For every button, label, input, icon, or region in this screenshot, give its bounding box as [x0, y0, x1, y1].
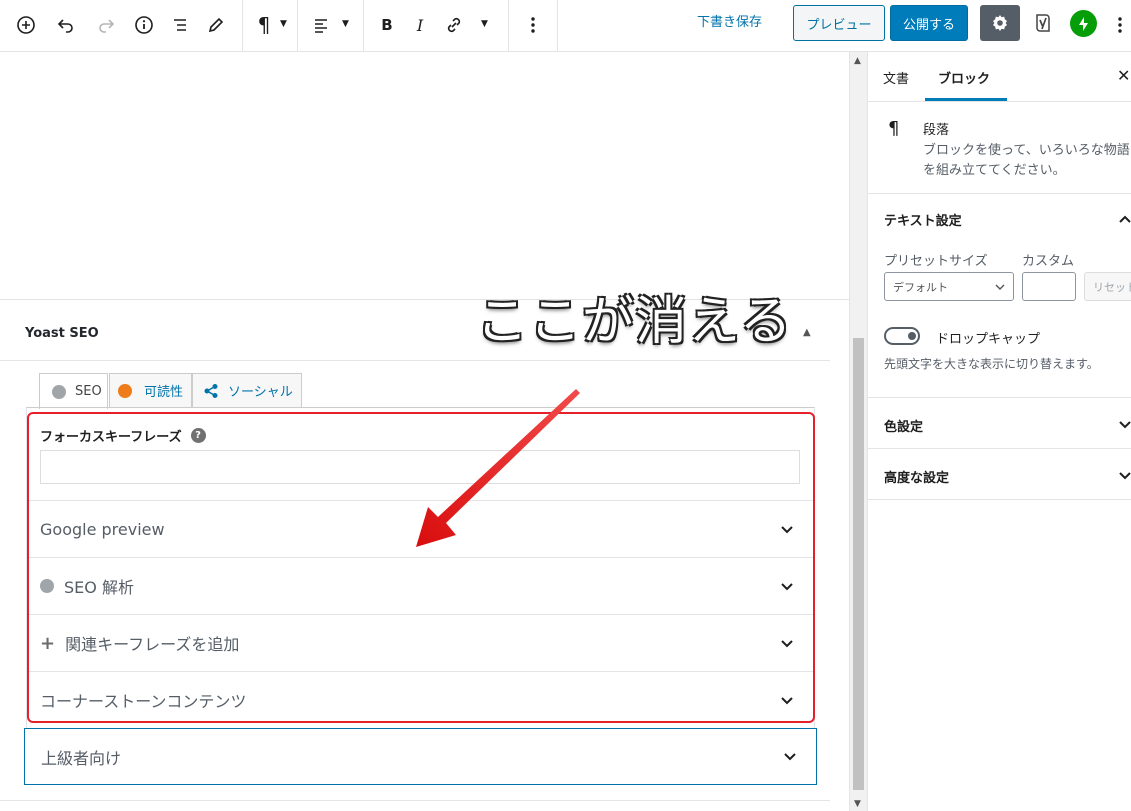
- align-left-icon[interactable]: [305, 8, 339, 42]
- block-card: ¶ 段落 ブロックを使って、いろいろな物語 を組み立ててください。: [868, 102, 1131, 194]
- preview-button[interactable]: プレビュー: [793, 5, 885, 41]
- preset-size-label: プリセットサイズ: [884, 254, 988, 269]
- preset-size-select[interactable]: デフォルト: [884, 272, 1014, 301]
- custom-size-label: カスタム: [1022, 254, 1075, 269]
- more-options-icon[interactable]: [516, 8, 550, 42]
- sidebar-tabs: 文書 ブロック ✕: [868, 52, 1131, 102]
- list-view-icon[interactable]: [163, 8, 197, 42]
- link-icon[interactable]: [437, 8, 471, 42]
- undo-icon[interactable]: [49, 8, 83, 42]
- block-name: 段落: [923, 123, 950, 138]
- tab-readability-label: 可読性: [144, 385, 184, 400]
- bold-glyph: B: [381, 16, 393, 34]
- scroll-thumb[interactable]: [853, 338, 864, 790]
- annotation-text: ここが消える: [476, 292, 793, 352]
- preset-size-value: デフォルト: [893, 280, 948, 294]
- settings-button[interactable]: [980, 5, 1020, 41]
- dropcap-help: 先頭文字を大きな表示に切り替えます。: [884, 357, 1099, 371]
- reset-button[interactable]: リセット: [1084, 272, 1131, 301]
- gear-icon: [993, 15, 1007, 31]
- save-draft-button[interactable]: 下書き保存: [697, 13, 762, 33]
- more-menu-icon[interactable]: [1112, 8, 1128, 42]
- annotation-arrow-icon: [416, 389, 580, 547]
- info-icon[interactable]: [127, 8, 161, 42]
- toolbar-separator: [557, 0, 558, 51]
- top-toolbar: ¶ ▼ ▼ B I ▼ 下書き保存 プレビュー 公開する: [0, 0, 1131, 52]
- scroll-down-icon[interactable]: ▼: [854, 799, 861, 809]
- color-settings-title: 色設定: [884, 420, 924, 435]
- chevron-up-icon[interactable]: [1118, 212, 1131, 226]
- orange-face-icon: [118, 383, 132, 398]
- tab-seo-label: SEO: [75, 384, 102, 399]
- divider: [0, 800, 830, 801]
- paragraph-icon[interactable]: ¶: [247, 8, 281, 42]
- collapse-arrow-icon[interactable]: ▲: [803, 327, 811, 338]
- text-settings-panel: テキスト設定 プリセットサイズ カスタム デフォルト リセット ドロップキャップ…: [868, 194, 1131, 398]
- chevron-down-icon: ▼: [280, 19, 287, 29]
- editor-scrollbar[interactable]: ▲ ▼: [849, 52, 867, 811]
- yoast-icon[interactable]: [1028, 8, 1058, 38]
- toolbar-separator: [508, 0, 509, 51]
- edit-icon[interactable]: [199, 8, 233, 42]
- scroll-up-icon[interactable]: ▲: [854, 56, 861, 66]
- custom-size-input[interactable]: [1022, 272, 1076, 301]
- active-tab-indicator: [925, 98, 1007, 101]
- chevron-down-icon: [995, 284, 1005, 290]
- tab-block[interactable]: ブロック: [938, 68, 990, 87]
- dropcap-toggle[interactable]: [884, 327, 920, 345]
- add-block-icon[interactable]: [9, 8, 43, 42]
- toolbar-separator: [242, 0, 243, 51]
- dropcap-label: ドロップキャップ: [936, 332, 1041, 347]
- advanced-settings-title: 高度な設定: [884, 471, 950, 486]
- text-settings-title[interactable]: テキスト設定: [884, 210, 962, 229]
- paragraph-icon: ¶: [888, 118, 900, 139]
- tab-seo[interactable]: SEO: [39, 373, 108, 409]
- close-icon[interactable]: ✕: [1117, 66, 1130, 85]
- publish-button[interactable]: 公開する: [890, 5, 968, 41]
- chevron-down-icon[interactable]: ▼: [481, 19, 488, 29]
- share-icon: [203, 383, 219, 399]
- tab-social[interactable]: ソーシャル: [192, 373, 302, 407]
- yoast-title: Yoast SEO: [25, 326, 99, 341]
- toggle-knob: [908, 332, 916, 340]
- tab-document[interactable]: 文書: [883, 68, 909, 87]
- advanced-settings-panel[interactable]: 高度な設定: [868, 449, 1131, 500]
- chevron-down-icon: [784, 753, 796, 761]
- jetpack-icon[interactable]: [1070, 10, 1097, 37]
- gray-dot-icon: [52, 384, 66, 399]
- chevron-down-icon: [1119, 472, 1131, 480]
- redo-icon[interactable]: [89, 8, 123, 42]
- block-description: ブロックを使って、いろいろな物語 を組み立ててください。: [923, 143, 1130, 178]
- color-settings-panel[interactable]: 色設定: [868, 398, 1131, 449]
- advanced-section[interactable]: 上級者向け: [24, 728, 817, 785]
- toolbar-separator: [363, 0, 364, 51]
- settings-sidebar: 文書 ブロック ✕ ¶ 段落 ブロックを使って、いろいろな物語 を組み立ててくだ…: [867, 52, 1131, 811]
- italic-icon[interactable]: I: [403, 8, 437, 42]
- bold-icon[interactable]: B: [370, 8, 404, 42]
- tab-social-label: ソーシャル: [228, 385, 293, 400]
- chevron-down-icon: ▼: [342, 19, 349, 29]
- italic-glyph: I: [416, 15, 424, 35]
- advanced-label: 上級者向け: [41, 749, 122, 768]
- chevron-down-icon: [1119, 421, 1131, 429]
- tab-readability[interactable]: 可読性: [109, 373, 192, 407]
- toolbar-separator: [297, 0, 298, 51]
